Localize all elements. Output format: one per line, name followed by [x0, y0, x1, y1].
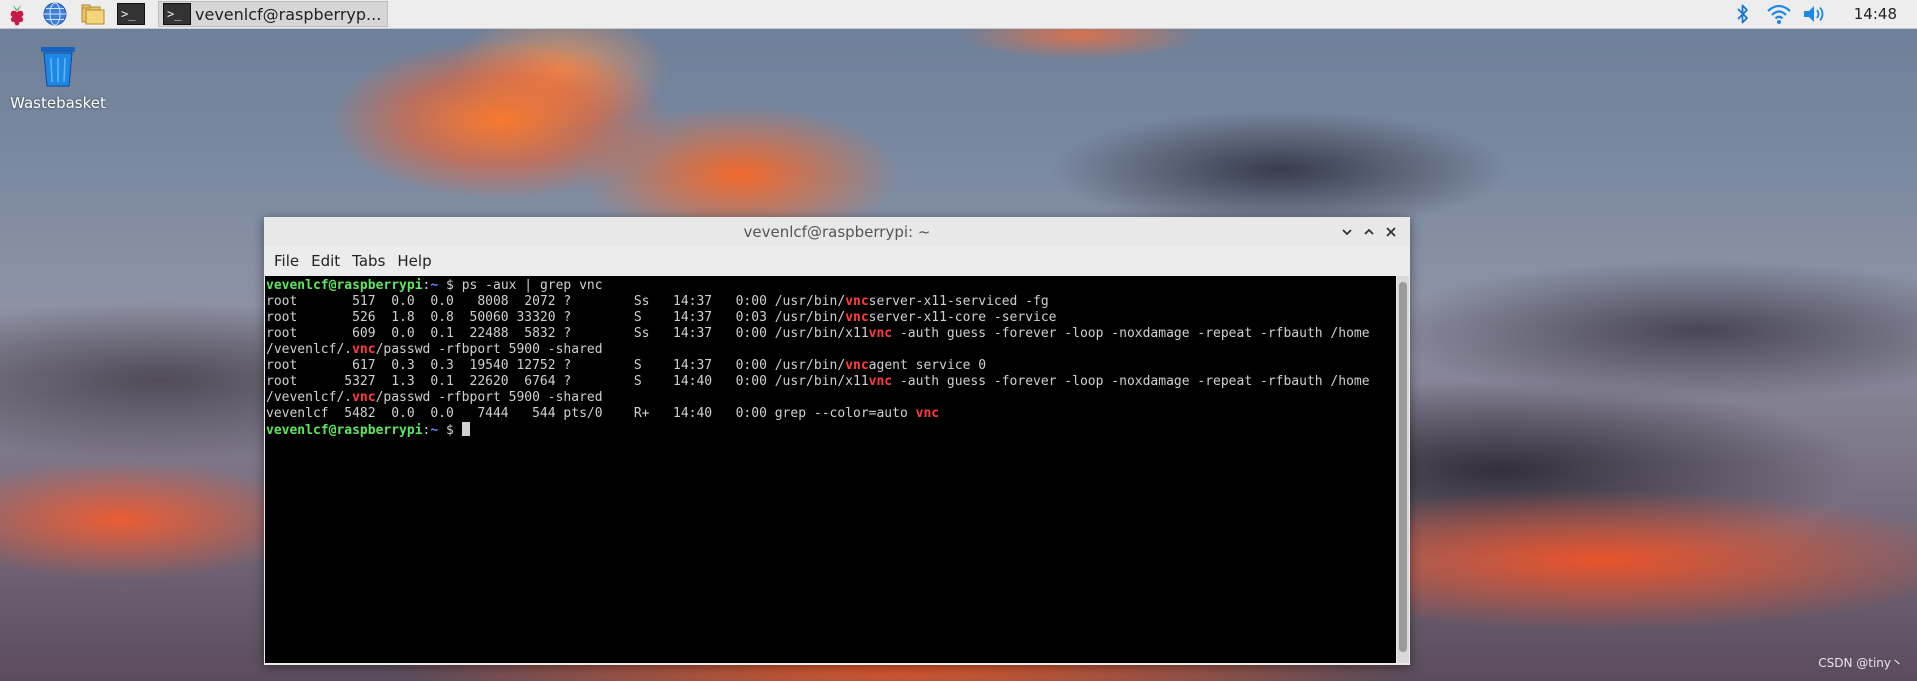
close-icon	[1386, 226, 1396, 237]
terminal-line: /vevenlcf/.vnc/passwd -rfbport 5900 -sha…	[266, 342, 1396, 358]
command-text: ps -aux | grep vnc	[461, 278, 603, 293]
task-button-terminal[interactable]: >_ vevenlcf@raspberryp...	[158, 1, 389, 27]
volume-button[interactable]	[1800, 0, 1830, 28]
window-title: vevenlcf@raspberrypi: ~	[743, 222, 931, 241]
line-text: -auth guess -forever -loop -noxdamage -r…	[892, 326, 1370, 341]
window-titlebar[interactable]: vevenlcf@raspberrypi: ~	[264, 217, 1410, 246]
match-highlight: vnc	[352, 342, 376, 357]
terminal-line: root 5327 1.3 0.1 22620 6764 ? S 14:40 0…	[266, 374, 1396, 390]
match-highlight: vnc	[845, 294, 869, 309]
top-panel: >_ >_ vevenlcf@raspberryp... 14:48	[0, 0, 1917, 29]
wastebasket-icon	[41, 47, 75, 87]
raspberry-menu-button[interactable]	[0, 0, 34, 28]
line-text: /passwd -rfbport 5900 -shared	[375, 390, 603, 405]
bluetooth-icon	[1737, 4, 1748, 24]
task-button-label: vevenlcf@raspberryp...	[195, 4, 382, 24]
clock[interactable]: 14:48	[1854, 5, 1897, 23]
terminal-line: root 517 0.0 0.0 8008 2072 ? Ss 14:37 0:…	[266, 294, 1396, 310]
maximize-button[interactable]	[1358, 221, 1380, 243]
line-text: root 517 0.0 0.0 8008 2072 ? Ss 14:37 0:…	[266, 294, 846, 309]
menu-file[interactable]: File	[268, 246, 305, 276]
wifi-icon	[1767, 4, 1791, 24]
menu-tabs[interactable]: Tabs	[346, 246, 391, 276]
prompt-user: vevenlcf@raspberrypi	[266, 423, 423, 438]
match-highlight: vnc	[845, 310, 869, 325]
system-tray: 14:48	[1722, 0, 1917, 28]
line-text: root 526 1.8 0.8 50060 33320 ? S 14:37 0…	[266, 310, 846, 325]
prompt-user: vevenlcf@raspberrypi	[266, 278, 423, 293]
match-highlight: vnc	[915, 406, 940, 421]
terminal-line: /vevenlcf/.vnc/passwd -rfbport 5900 -sha…	[266, 390, 1396, 406]
terminal-line: root 617 0.3 0.3 19540 12752 ? S 14:37 0…	[266, 358, 1396, 374]
file-manager-button[interactable]	[76, 0, 110, 28]
terminal-line: root 526 1.8 0.8 50060 33320 ? S 14:37 0…	[266, 310, 1396, 326]
menu-edit[interactable]: Edit	[305, 246, 346, 276]
prompt-symbol: $	[438, 423, 462, 438]
line-text: agent service 0	[868, 358, 987, 373]
line-text: /vevenlcf/.	[266, 342, 353, 357]
line-text: root 5327 1.3 0.1 22620 6764 ? S 14:40 0…	[266, 374, 869, 389]
terminal-icon: >_	[117, 3, 145, 25]
prompt-symbol: $	[438, 278, 462, 293]
wifi-button[interactable]	[1764, 0, 1794, 28]
web-browser-button[interactable]	[38, 0, 72, 28]
minimize-icon	[1342, 228, 1352, 235]
close-button[interactable]	[1380, 221, 1402, 243]
line-text: server-x11-core -service	[868, 310, 1057, 325]
match-highlight: vnc	[868, 374, 893, 389]
text-cursor	[461, 422, 470, 436]
match-highlight: vnc	[845, 358, 869, 373]
bluetooth-button[interactable]	[1728, 0, 1758, 28]
match-highlight: vnc	[868, 326, 893, 341]
terminal-scrollbar[interactable]	[1397, 276, 1409, 663]
line-text: root 617 0.3 0.3 19540 12752 ? S 14:37 0…	[266, 358, 846, 373]
terminal-window: vevenlcf@raspberrypi: ~ File Edit Tabs H…	[264, 217, 1410, 665]
terminal-line: root 609 0.0 0.1 22488 5832 ? Ss 14:37 0…	[266, 326, 1396, 342]
terminal-line-command: vevenlcf@raspberrypi:~ $ ps -aux | grep …	[266, 278, 1396, 294]
window-controls	[1336, 217, 1402, 246]
terminal-line-prompt: vevenlcf@raspberrypi:~ $	[266, 422, 1396, 438]
terminal-launcher-button[interactable]: >_	[114, 0, 148, 28]
line-text: vevenlcf 5482 0.0 0.0 7444 544 pts/0 R+ …	[266, 406, 916, 421]
volume-icon	[1803, 6, 1824, 22]
wastebasket-label: Wastebasket	[10, 94, 106, 112]
terminal-icon: >_	[163, 3, 191, 25]
line-text: server-x11-serviced -fg	[868, 294, 1049, 309]
web-browser-icon	[43, 2, 67, 26]
scrollbar-thumb[interactable]	[1399, 282, 1407, 652]
raspberry-menu-icon	[10, 5, 24, 26]
watermark: CSDN @tiny丶	[1818, 656, 1903, 670]
file-manager-icon	[81, 4, 105, 25]
line-text: -auth guess -forever -loop -noxdamage -r…	[892, 374, 1370, 389]
match-highlight: vnc	[352, 390, 376, 405]
terminal-line: vevenlcf 5482 0.0 0.0 7444 544 pts/0 R+ …	[266, 406, 1396, 422]
menu-help[interactable]: Help	[391, 246, 437, 276]
desktop-icon-wastebasket[interactable]: Wastebasket	[10, 44, 106, 112]
maximize-icon	[1364, 228, 1374, 235]
line-text: /passwd -rfbport 5900 -shared	[375, 342, 603, 357]
line-text: /vevenlcf/.	[266, 390, 353, 405]
line-text: root 609 0.0 0.1 22488 5832 ? Ss 14:37 0…	[266, 326, 869, 341]
menu-bar: File Edit Tabs Help	[264, 246, 1410, 276]
terminal-output[interactable]: vevenlcf@raspberrypi:~ $ ps -aux | grep …	[265, 276, 1396, 663]
minimize-button[interactable]	[1336, 221, 1358, 243]
